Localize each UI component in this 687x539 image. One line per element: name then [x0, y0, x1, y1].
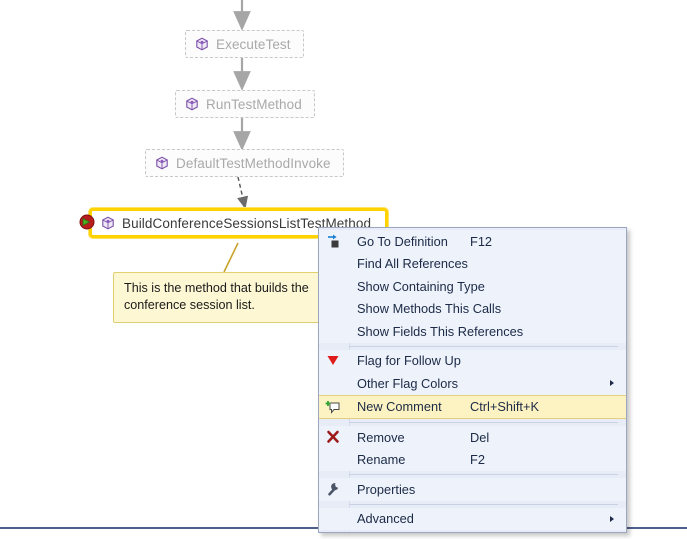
graph-node-default-test-method-invoke[interactable]: DefaultTestMethodInvoke — [145, 149, 344, 177]
current-statement-icon[interactable] — [79, 214, 95, 230]
menu-item-new-comment[interactable]: New Comment Ctrl+Shift+K — [319, 394, 626, 419]
context-menu-items: Go To Definition F12 Find All References… — [319, 230, 626, 530]
menu-item-label: Find All References — [357, 256, 468, 272]
menu-separator — [349, 422, 618, 423]
graph-node-run-test-method[interactable]: RunTestMethod — [175, 90, 315, 118]
graph-node-label: DefaultTestMethodInvoke — [176, 155, 331, 171]
menu-item-label: Remove — [357, 429, 405, 445]
menu-item-label: Advanced — [357, 511, 414, 527]
menu-item-shortcut: Del — [470, 429, 490, 445]
menu-item-label: New Comment — [357, 399, 442, 415]
menu-item-shortcut: F2 — [470, 452, 485, 468]
menu-item-label: Other Flag Colors — [357, 375, 458, 391]
menu-item-label: Show Methods This Calls — [357, 301, 502, 317]
red-flag-icon — [324, 352, 342, 370]
submenu-arrow-icon — [610, 515, 614, 522]
method-cube-icon — [185, 97, 199, 111]
menu-item-label: Show Containing Type — [357, 278, 485, 294]
menu-item-find-all-references[interactable]: Find All References — [319, 252, 626, 275]
menu-item-other-flag-colors[interactable]: Other Flag Colors — [319, 372, 626, 395]
menu-item-label: Flag for Follow Up — [357, 353, 461, 369]
graph-node-label: ExecuteTest — [216, 36, 291, 52]
code-map-canvas[interactable]: ExecuteTest RunTestMethod DefaultTestMet… — [0, 0, 687, 533]
menu-separator — [349, 474, 618, 475]
menu-item-shortcut: F12 — [470, 233, 493, 249]
comment-line-2: conference session list. — [124, 298, 255, 312]
menu-item-label: Rename — [357, 452, 406, 468]
menu-separator — [349, 503, 618, 505]
comment-callout[interactable]: This is the method that builds the confe… — [113, 272, 328, 323]
remove-x-icon — [324, 428, 342, 446]
menu-item-label: Go To Definition — [357, 233, 448, 249]
submenu-arrow-icon — [610, 380, 614, 387]
method-cube-icon — [155, 156, 169, 170]
menu-item-remove[interactable]: Remove Del — [319, 426, 626, 449]
context-menu[interactable]: Go To Definition F12 Find All References… — [318, 227, 627, 533]
menu-item-show-methods-this-calls[interactable]: Show Methods This Calls — [319, 297, 626, 320]
menu-item-show-containing-type[interactable]: Show Containing Type — [319, 275, 626, 298]
graph-node-label: RunTestMethod — [206, 96, 302, 112]
menu-item-shortcut: Ctrl+Shift+K — [470, 399, 539, 415]
method-cube-icon — [195, 37, 209, 51]
menu-item-label: Show Fields This References — [357, 323, 524, 339]
comment-line-1: This is the method that builds the — [124, 281, 309, 295]
menu-item-show-fields-this-references[interactable]: Show Fields This References — [319, 320, 626, 343]
method-cube-icon — [101, 216, 115, 230]
menu-item-rename[interactable]: Rename F2 — [319, 448, 626, 471]
go-to-definition-icon — [324, 232, 342, 250]
graph-node-execute-test[interactable]: ExecuteTest — [185, 30, 304, 58]
menu-item-label: Properties — [357, 481, 416, 497]
menu-item-go-to-definition[interactable]: Go To Definition F12 — [319, 230, 626, 253]
menu-separator — [349, 345, 618, 347]
menu-item-properties[interactable]: Properties — [319, 478, 626, 501]
menu-item-flag-for-follow-up[interactable]: Flag for Follow Up — [319, 349, 626, 372]
wrench-icon — [324, 480, 342, 498]
new-comment-icon — [324, 398, 342, 416]
menu-item-advanced[interactable]: Advanced — [319, 507, 626, 530]
